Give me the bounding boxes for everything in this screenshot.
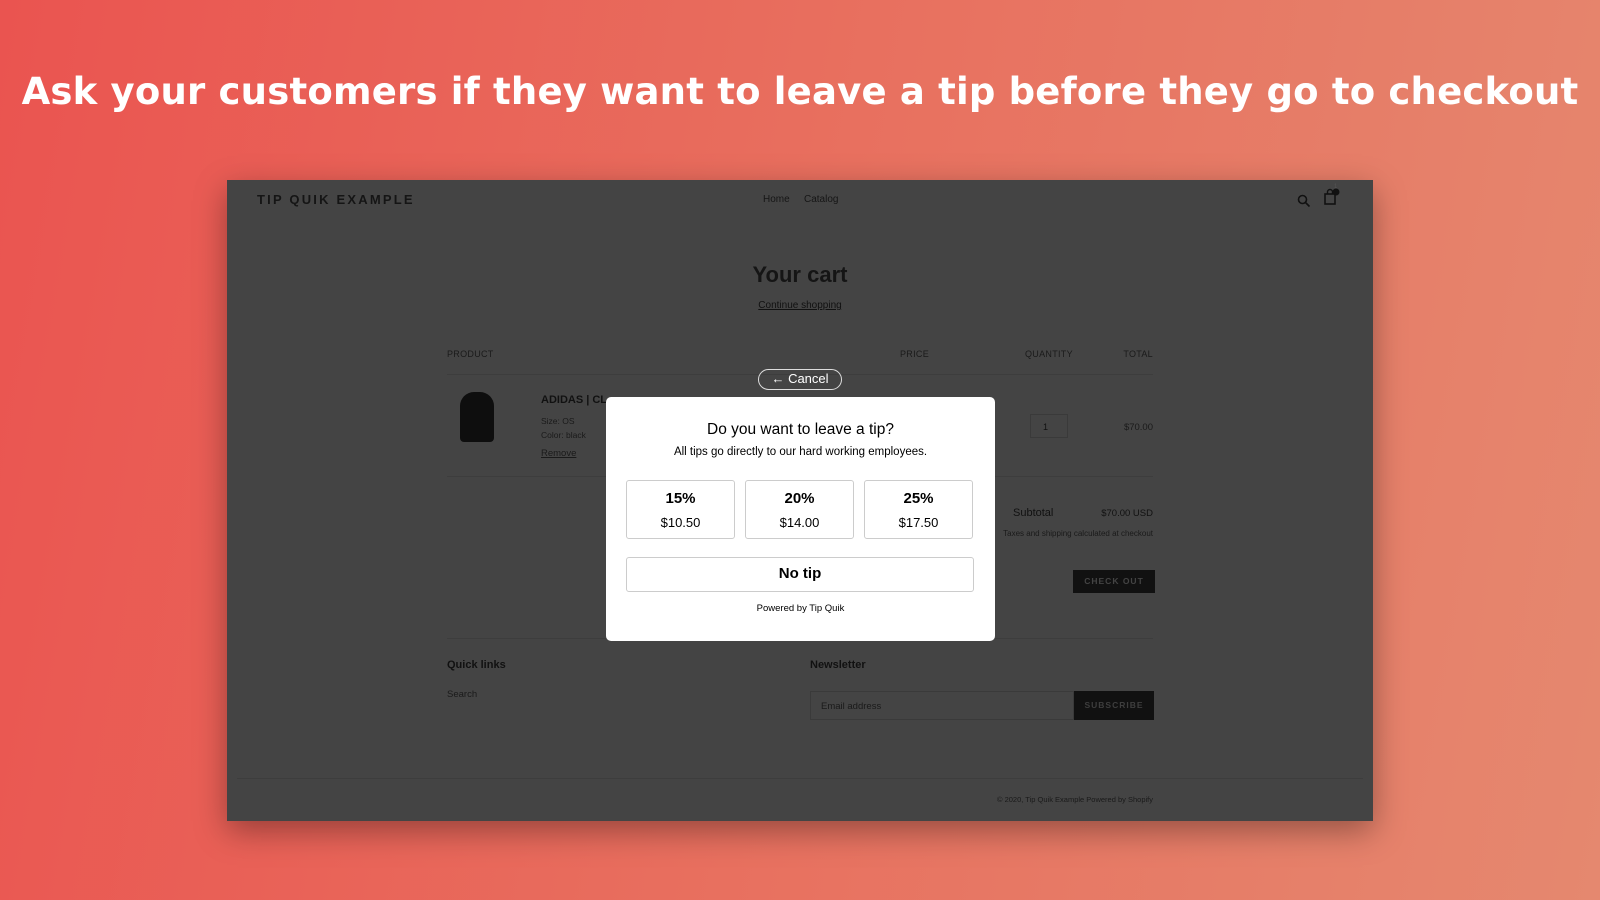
tip-amount: $17.50 xyxy=(898,515,939,530)
col-total: TOTAL xyxy=(1123,349,1153,359)
modal-title: Do you want to leave a tip? xyxy=(707,421,894,438)
search-icon[interactable] xyxy=(1297,194,1311,208)
checkout-button[interactable]: CHECK OUT xyxy=(1073,570,1155,593)
cart-count: 1 xyxy=(1334,184,1338,190)
store-logo[interactable]: TIP QUIK EXAMPLE xyxy=(257,192,415,207)
quantity-input[interactable]: 1 xyxy=(1030,414,1068,438)
quick-links-heading: Quick links xyxy=(447,659,506,671)
tip-option-20[interactable]: 20% $14.00 xyxy=(745,480,854,539)
product-size: Size: OS xyxy=(541,416,575,426)
line-total: $70.00 xyxy=(1123,422,1153,433)
tip-option-15[interactable]: 15% $10.50 xyxy=(626,480,735,539)
cancel-button[interactable]: ← Cancel xyxy=(758,369,842,390)
nav-catalog[interactable]: Catalog xyxy=(804,194,838,205)
taxes-note: Taxes and shipping calculated at checkou… xyxy=(1003,529,1153,538)
tip-option-25[interactable]: 25% $17.50 xyxy=(864,480,973,539)
email-input[interactable]: Email address xyxy=(810,691,1074,720)
divider xyxy=(237,778,1363,779)
continue-shopping-link[interactable]: Continue shopping xyxy=(227,300,1373,311)
continue-shopping-label[interactable]: Continue shopping xyxy=(758,300,841,311)
product-color: Color: black xyxy=(541,430,586,440)
modal-subtitle: All tips go directly to our hard working… xyxy=(673,446,928,458)
headline: Ask your customers if they want to leave… xyxy=(21,70,1579,113)
tip-percent: 25% xyxy=(903,490,934,507)
product-image[interactable] xyxy=(460,392,494,442)
product-title[interactable]: ADIDAS | CL xyxy=(541,394,607,406)
no-tip-button[interactable]: No tip xyxy=(626,557,974,592)
tip-amount: $14.00 xyxy=(779,515,820,530)
subscribe-button[interactable]: SUBSCRIBE xyxy=(1074,691,1154,720)
col-price: PRICE xyxy=(900,349,930,359)
cart-icon[interactable] xyxy=(1323,188,1341,206)
col-product: PRODUCT xyxy=(447,349,494,359)
newsletter-heading: Newsletter xyxy=(810,659,866,671)
page-title: Your cart xyxy=(752,262,848,287)
subtotal-value: $70.00 USD xyxy=(1101,508,1153,519)
copyright: © 2020, Tip Quik Example Powered by Shop… xyxy=(996,795,1153,804)
tip-percent: 20% xyxy=(784,490,815,507)
nav-home[interactable]: Home xyxy=(763,194,790,205)
subtotal-label: Subtotal xyxy=(1013,507,1054,519)
remove-link[interactable]: Remove xyxy=(541,448,576,459)
col-quantity: QUANTITY xyxy=(1025,349,1073,359)
footer-search-link[interactable]: Search xyxy=(447,689,477,700)
tip-modal: Do you want to leave a tip? All tips go … xyxy=(606,397,995,641)
tip-percent: 15% xyxy=(665,490,696,507)
powered-by: Powered by Tip Quik xyxy=(756,603,845,614)
tip-amount: $10.50 xyxy=(660,515,701,530)
